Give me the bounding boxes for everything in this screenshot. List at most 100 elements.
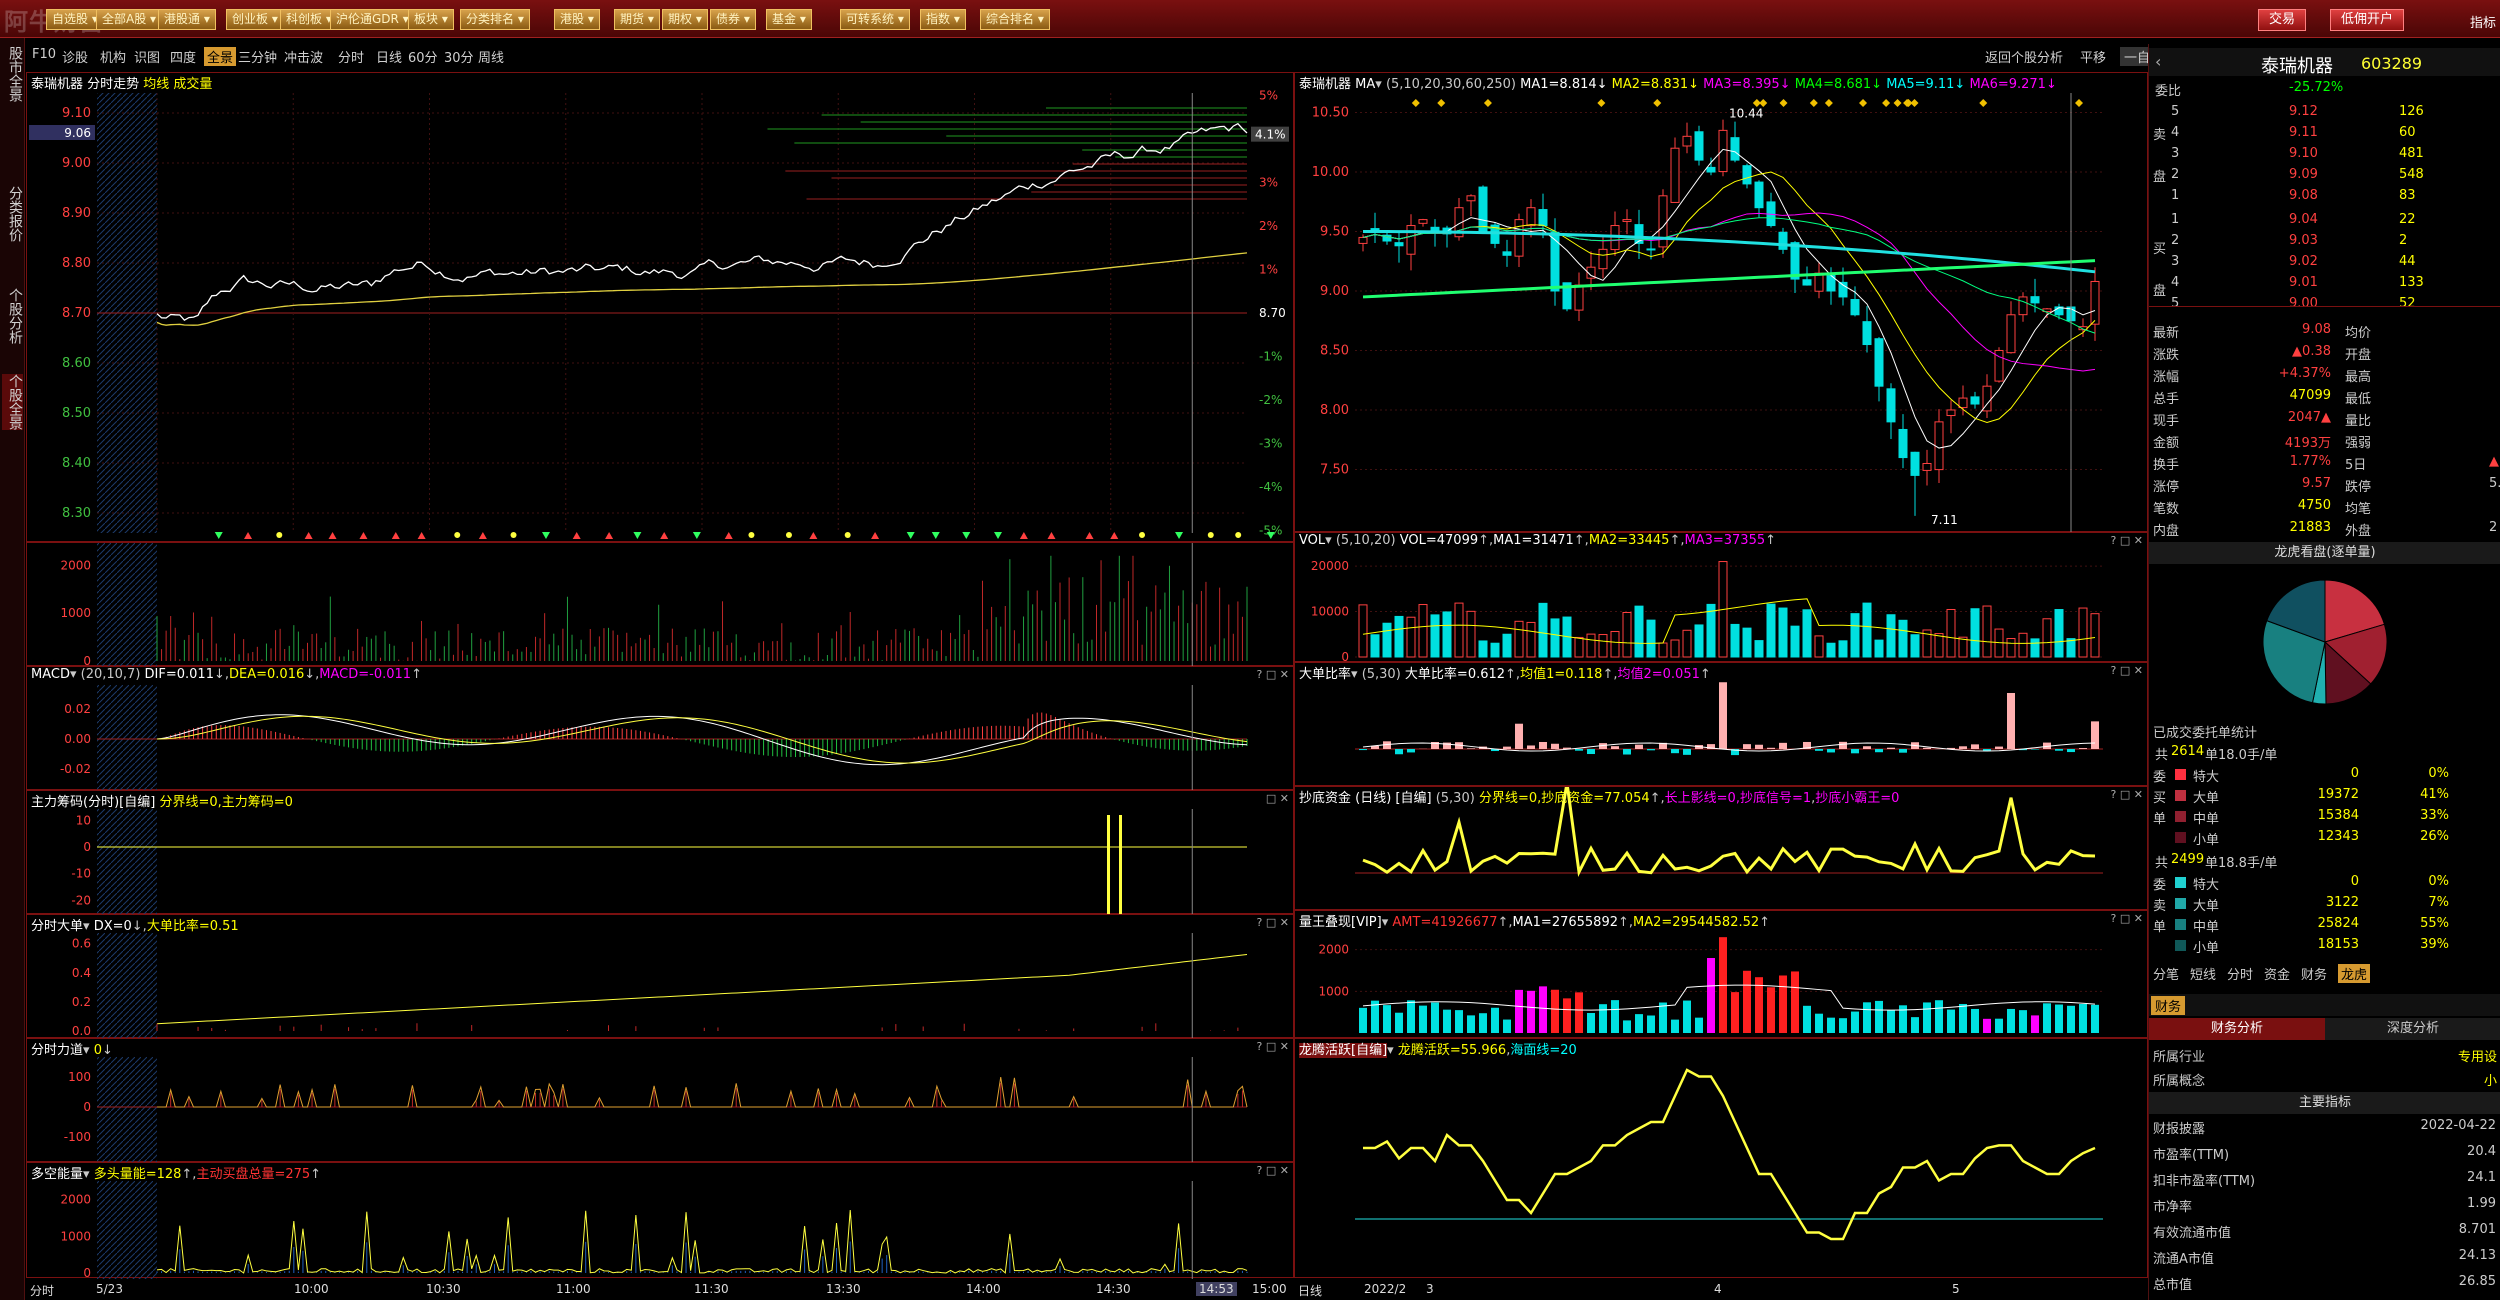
menu-6[interactable]: 板块 ▾	[408, 9, 454, 30]
intraday-force-panel[interactable]: 分时力道▾ 0↓ ? □ ✕ 100 0 -100	[26, 1038, 1294, 1163]
order-type: 小单	[2193, 941, 2220, 956]
toolbar-5[interactable]: 全景	[204, 47, 237, 66]
menu-13[interactable]: 可转系统 ▾	[840, 9, 910, 30]
tab-stock-overview[interactable]: 个股全景	[2, 374, 23, 430]
macd-panel[interactable]: MACD▾ (20,10,7) DIF=0.011↓,DEA=0.016↓,MA…	[26, 666, 1294, 791]
order-side-label: 委	[2153, 770, 2167, 785]
order-pct: 41%	[2420, 787, 2449, 802]
fin-value: 24.1	[2467, 1170, 2496, 1185]
candle-body	[1682, 135, 1692, 147]
stat-value: 4750	[2297, 498, 2331, 513]
tab-deep-analysis[interactable]: 深度分析	[2325, 1018, 2500, 1040]
toolbar-11[interactable]: 30分	[444, 47, 474, 66]
daily-volume-panel[interactable]: VOL▾ (5,10,20) VOL=47099↑,MA1=31471↑,MA2…	[1294, 532, 2148, 663]
time-label[interactable]: 分时	[30, 1282, 54, 1299]
menu-1[interactable]: 全部A股 ▾	[96, 9, 163, 30]
volume-king-bar	[1743, 970, 1751, 1033]
right-tab-0[interactable]: 分笔	[2153, 964, 2179, 983]
volume-king-bar	[2043, 1003, 2051, 1033]
trade-button[interactable]: 交易	[2258, 9, 2307, 31]
back-to-analysis-button[interactable]: 返回个股分析	[1985, 47, 2063, 66]
bottom-fishing-panel[interactable]: 抄底资金 (日线) [自编] (5,30) 分界线=0,抄底资金=77.054↑…	[1294, 786, 2148, 910]
intraday-volume-panel[interactable]: 2000 1000 0	[26, 542, 1294, 667]
menu-9[interactable]: 期货 ▾	[614, 9, 660, 30]
pan-button[interactable]: 平移	[2080, 47, 2106, 66]
menu-2[interactable]: 港股通 ▾	[158, 9, 216, 30]
concept-row: 所属概念小	[2153, 1074, 2497, 1089]
intraday-chart-panel[interactable]: 泰瑞机器 分时走势 均线 成交量 9.10 9.06 9.00 8.90 8.80 8.7…	[26, 72, 1294, 542]
toolbar-7[interactable]: 冲击波	[284, 47, 323, 66]
signal-marker	[906, 532, 915, 539]
toolbar-12[interactable]: 周线	[478, 47, 504, 66]
ratio-bar	[1899, 749, 1907, 753]
right-tab-3[interactable]: 资金	[2264, 964, 2290, 983]
chips-bar	[1107, 815, 1110, 915]
bull-bear-energy-panel[interactable]: 多空能量▾ 多头量能=128↑,主动买盘总量=275↑ ? □ ✕ 2000 10…	[26, 1162, 1294, 1279]
event-marker	[2074, 99, 2083, 107]
ratio-bar	[1611, 746, 1619, 749]
daily-volume-bar	[1658, 642, 1668, 658]
volume-king-panel[interactable]: 量王叠现[VIP]▾ AMT=41926677↑,MA1=27655892↑,M…	[1294, 910, 2148, 1038]
volume-king-bar	[1971, 1008, 1979, 1033]
volume-king-bar	[1839, 1018, 1847, 1033]
order-type: 特大	[2193, 770, 2220, 785]
order-side-label: 单	[2153, 812, 2167, 827]
pct-axis-label: -4%	[1259, 480, 1282, 494]
right-tab-5[interactable]: 龙虎	[2338, 964, 2371, 983]
daily-kline-panel[interactable]: 泰瑞机器 MA▾ (5,10,20,30,60,250) MA1=8.814↓ …	[1294, 72, 2148, 533]
toolbar-2[interactable]: 机构	[100, 47, 126, 66]
toolbar-6[interactable]: 三分钟	[238, 47, 277, 66]
menu-3[interactable]: 创业板 ▾	[226, 9, 284, 30]
toolbar-8[interactable]: 分时	[338, 47, 364, 66]
menu-7[interactable]: 分类排名 ▾	[460, 9, 530, 30]
menu-11[interactable]: 债券 ▾	[710, 9, 756, 30]
fin-label: 流通A市值	[2153, 1252, 2214, 1267]
menu-10[interactable]: 期权 ▾	[662, 9, 708, 30]
menu-5[interactable]: 沪伦通GDR ▾	[330, 9, 415, 30]
candle-body	[1742, 165, 1752, 185]
intraday-big-order-panel[interactable]: 分时大单▾ DX=0↓,大单比率=0.51 ? □ ✕ 0.6 0.4 0.2 0.0	[26, 914, 1294, 1039]
event-marker	[1411, 99, 1420, 107]
sell-level: 5	[2171, 104, 2180, 119]
open-account-button[interactable]: 低佣开户	[2330, 9, 2405, 31]
tab-market-overview[interactable]: 股市全景	[2, 46, 23, 102]
daily-volume-bar	[2018, 632, 2028, 658]
tab-category-quote[interactable]: 分类报价	[2, 186, 23, 242]
menu-8[interactable]: 港股 ▾	[554, 9, 600, 30]
volume-king-bar	[1539, 986, 1547, 1033]
menu-15[interactable]: 综合排名 ▾	[980, 9, 1050, 30]
dea-line	[156, 715, 1248, 764]
energy-axis-label: 2000	[60, 1193, 91, 1207]
volume-king-bar	[1863, 1002, 1871, 1033]
dragon-active-panel[interactable]: 龙腾活跃[自编]▾ 龙腾活跃=55.966,海面线=20	[1294, 1038, 2148, 1278]
daily-price-label: 8.00	[1320, 403, 1349, 418]
sell-volume: 548	[2399, 167, 2424, 182]
toolbar-1[interactable]: 诊股	[62, 47, 88, 66]
tab-stock-analysis[interactable]: 个股分析	[2, 288, 23, 344]
candle-body	[1850, 299, 1860, 316]
toolbar-10[interactable]: 60分	[408, 47, 438, 66]
right-tab-1[interactable]: 短线	[2190, 964, 2216, 983]
toolbar-9[interactable]: 日线	[376, 47, 402, 66]
toolbar-3[interactable]: 识图	[134, 47, 160, 66]
main-chips-panel[interactable]: 主力筹码(分时)[自编] 分界线=0,主力筹码=0 □ ✕ 10 0 -10 -20	[26, 790, 1294, 915]
toolbar-0[interactable]: F10	[32, 47, 56, 62]
right-tab-2[interactable]: 分时	[2227, 964, 2253, 983]
menu-12[interactable]: 基金 ▾	[766, 9, 812, 30]
toolbar-4[interactable]: 四度	[170, 47, 196, 66]
big-order-ratio-panel[interactable]: 大单比率▾ (5,30) 大单比率=0.612↑,均值1=0.118↑,均值2=…	[1294, 662, 2148, 786]
date-label: 2022/2	[1364, 1282, 1407, 1296]
date-label[interactable]: 日线	[1298, 1282, 1322, 1299]
tab-finance-analysis[interactable]: 财务分析	[2149, 1018, 2325, 1040]
signal-marker	[572, 532, 581, 539]
right-tab-4[interactable]: 财务	[2301, 964, 2327, 983]
daily-volume-bar	[1982, 605, 1992, 658]
chevron-left-icon[interactable]: ‹	[2155, 52, 2161, 71]
daily-volume-bar	[1790, 625, 1800, 658]
menu-14[interactable]: 指数 ▾	[920, 9, 966, 30]
indicator-label[interactable]: 指标	[2470, 12, 2496, 31]
tab-finance[interactable]: 财务	[2151, 996, 2186, 1015]
order-volume: 3122	[2325, 895, 2359, 910]
force-axis-label: -100	[64, 1130, 91, 1144]
sell-level-row: 3 9.10 481	[2149, 144, 2500, 165]
